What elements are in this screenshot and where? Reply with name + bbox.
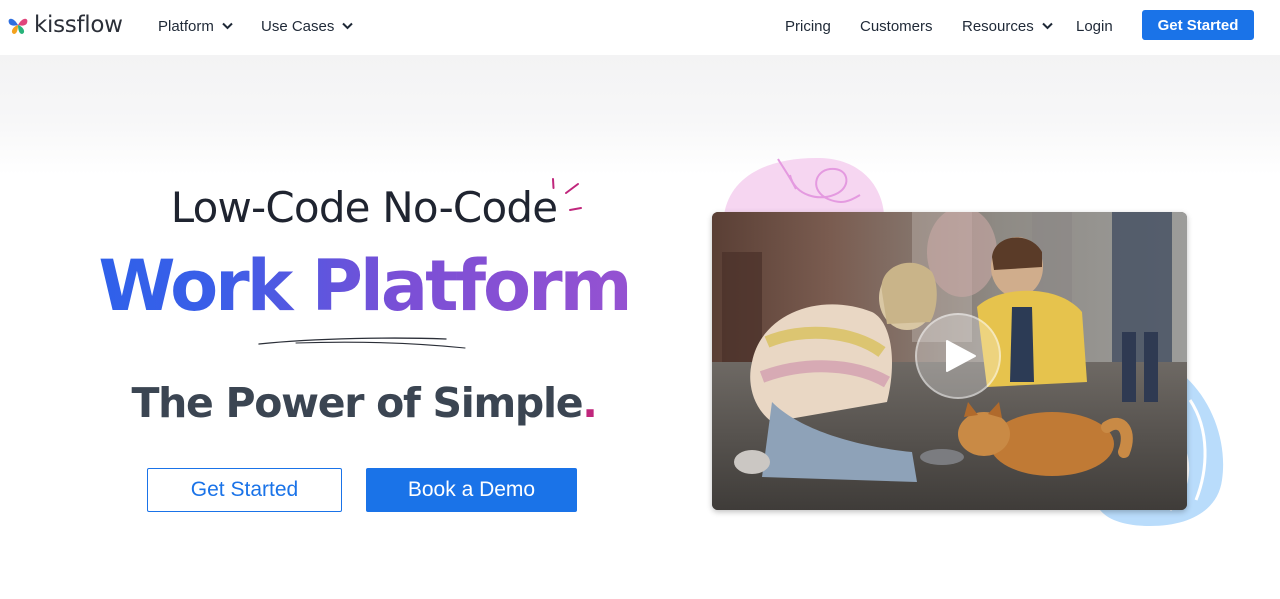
chevron-down-icon — [222, 22, 233, 30]
nav-get-started-button[interactable]: Get Started — [1142, 10, 1254, 40]
nav-item-platform[interactable]: Platform — [158, 16, 233, 36]
nav-item-label: Login — [1076, 17, 1113, 35]
tagline-accent-dot: . — [582, 379, 598, 427]
hero-tagline: The Power of Simple. — [0, 378, 728, 428]
play-button[interactable] — [915, 313, 1001, 399]
nav-item-label: Customers — [860, 17, 933, 35]
play-icon — [946, 340, 976, 372]
hero-video-player[interactable] — [712, 212, 1187, 510]
nav-item-resources[interactable]: Resources — [962, 16, 1053, 36]
tagline-text: The Power of Simple — [131, 379, 583, 427]
book-demo-button[interactable]: Book a Demo — [366, 468, 577, 512]
sparkle-decoration-icon — [552, 178, 582, 211]
get-started-button[interactable]: Get Started — [147, 468, 342, 512]
brand-name: kissflow — [34, 11, 123, 38]
top-navigation: kissflow Platform Use Cases Pricing Cust… — [0, 0, 1280, 55]
kissflow-logo[interactable]: kissflow — [7, 11, 123, 39]
nav-item-use-cases[interactable]: Use Cases — [261, 16, 354, 36]
nav-item-label: Pricing — [785, 17, 831, 35]
hero-headline: Work Platform — [0, 246, 728, 326]
kissflow-butterfly-icon — [8, 18, 28, 34]
hero-kicker: Low-Code No-Code — [170, 183, 558, 232]
nav-item-label: Platform — [158, 17, 214, 35]
chevron-down-icon — [342, 22, 354, 30]
chevron-down-icon — [1041, 22, 1053, 30]
underline-scribble-decoration — [258, 337, 466, 349]
nav-item-login[interactable]: Login — [1076, 16, 1113, 36]
nav-item-label: Resources — [962, 17, 1034, 35]
nav-item-label: Use Cases — [261, 17, 335, 35]
hero-background — [0, 55, 1280, 175]
nav-item-customers[interactable]: Customers — [860, 16, 933, 36]
nav-item-pricing[interactable]: Pricing — [785, 16, 831, 36]
